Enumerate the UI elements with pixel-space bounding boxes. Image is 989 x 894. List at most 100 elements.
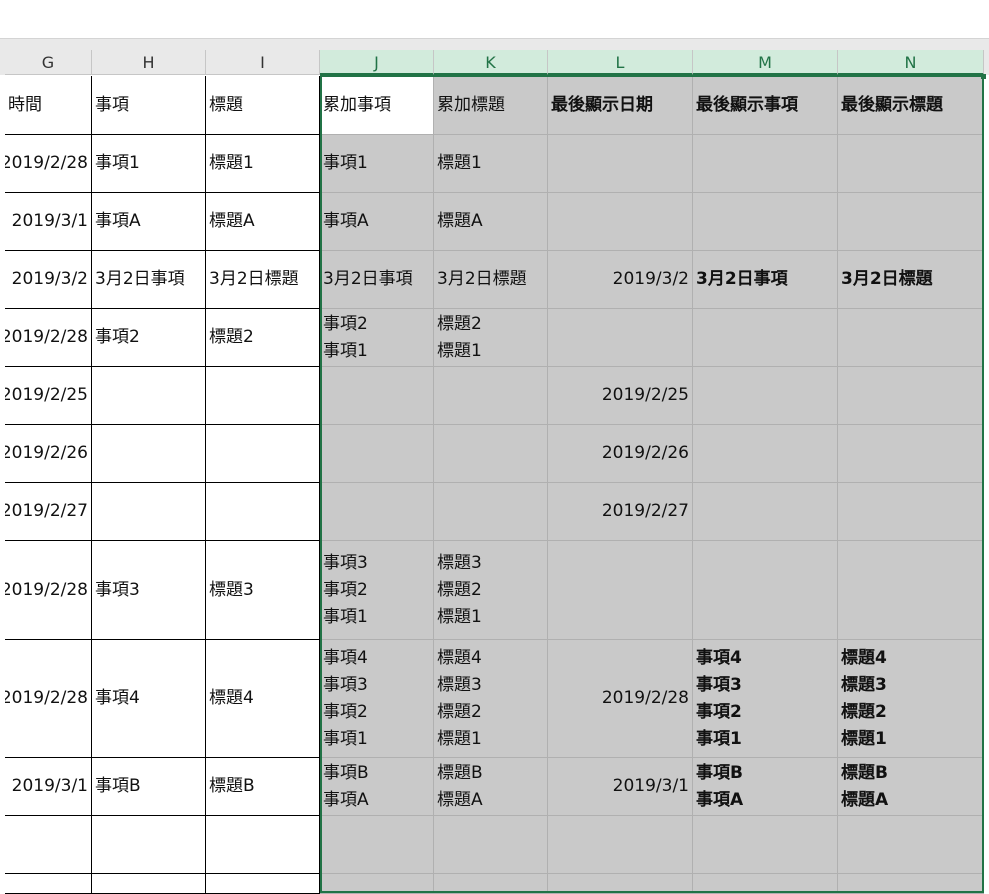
cell-m-4[interactable] (693, 309, 838, 367)
cell-g-6[interactable]: 2019/2/26 (5, 425, 92, 483)
cell-k-10[interactable]: 標題B 標題A (434, 758, 548, 816)
column-header-j[interactable]: J (320, 50, 434, 75)
cell-m-11[interactable] (693, 816, 838, 874)
cell-h-0[interactable]: 事項 (92, 76, 206, 135)
cell-g-11[interactable] (5, 816, 92, 874)
cell-l-9[interactable]: 2019/2/28 (548, 640, 693, 758)
cell-m-10[interactable]: 事項B 事項A (693, 758, 838, 816)
cell-m-1[interactable] (693, 135, 838, 193)
cell-k-2[interactable]: 標題A (434, 193, 548, 251)
column-header-i[interactable]: I (206, 50, 320, 75)
cell-n-9[interactable]: 標題4 標題3 標題2 標題1 (838, 640, 984, 758)
cell-n-12[interactable] (838, 874, 984, 894)
column-header-l[interactable]: L (548, 50, 693, 75)
fill-handle[interactable] (981, 74, 986, 79)
cell-n-11[interactable] (838, 816, 984, 874)
cell-h-9[interactable]: 事項4 (92, 640, 206, 758)
cell-k-9[interactable]: 標題4 標題3 標題2 標題1 (434, 640, 548, 758)
cell-k-6[interactable] (434, 425, 548, 483)
cell-m-0[interactable]: 最後顯示事項 (693, 76, 838, 135)
cell-h-3[interactable]: 3月2日事項 (92, 251, 206, 309)
cell-k-0[interactable]: 累加標題 (434, 76, 548, 135)
cell-j-1[interactable]: 事項1 (320, 135, 434, 193)
formula-bar-area[interactable] (0, 0, 989, 39)
cell-j-7[interactable] (320, 483, 434, 541)
column-header-h[interactable]: H (92, 50, 206, 75)
cell-n-5[interactable] (838, 367, 984, 425)
cell-i-4[interactable]: 標題2 (206, 309, 320, 367)
cell-l-7[interactable]: 2019/2/27 (548, 483, 693, 541)
cell-h-7[interactable] (92, 483, 206, 541)
cell-l-0[interactable]: 最後顯示日期 (548, 76, 693, 135)
cell-i-0[interactable]: 標題 (206, 76, 320, 135)
cell-m-12[interactable] (693, 874, 838, 894)
cell-i-11[interactable] (206, 816, 320, 874)
cell-h-12[interactable] (92, 874, 206, 894)
cell-l-4[interactable] (548, 309, 693, 367)
column-header-g[interactable]: G (5, 50, 92, 75)
cell-i-12[interactable] (206, 874, 320, 894)
cell-m-5[interactable] (693, 367, 838, 425)
cell-i-1[interactable]: 標題1 (206, 135, 320, 193)
cell-k-3[interactable]: 3月2日標題 (434, 251, 548, 309)
cell-j-8[interactable]: 事項3 事項2 事項1 (320, 541, 434, 640)
cell-j-9[interactable]: 事項4 事項3 事項2 事項1 (320, 640, 434, 758)
cell-h-6[interactable] (92, 425, 206, 483)
cell-l-6[interactable]: 2019/2/26 (548, 425, 693, 483)
cell-h-4[interactable]: 事項2 (92, 309, 206, 367)
cell-g-3[interactable]: 2019/3/2 (5, 251, 92, 309)
column-header-m[interactable]: M (693, 50, 838, 75)
cell-h-10[interactable]: 事項B (92, 758, 206, 816)
cell-m-6[interactable] (693, 425, 838, 483)
cell-k-7[interactable] (434, 483, 548, 541)
column-header-n[interactable]: N (838, 50, 984, 75)
cell-l-11[interactable] (548, 816, 693, 874)
cell-i-2[interactable]: 標題A (206, 193, 320, 251)
column-header-k[interactable]: K (434, 50, 548, 75)
cell-g-2[interactable]: 2019/3/1 (5, 193, 92, 251)
cell-i-8[interactable]: 標題3 (206, 541, 320, 640)
cell-n-3[interactable]: 3月2日標題 (838, 251, 984, 309)
cell-l-2[interactable] (548, 193, 693, 251)
cell-m-9[interactable]: 事項4 事項3 事項2 事項1 (693, 640, 838, 758)
cell-j-4[interactable]: 事項2 事項1 (320, 309, 434, 367)
cell-g-12[interactable] (5, 874, 92, 894)
cell-l-12[interactable] (548, 874, 693, 894)
cell-j-11[interactable] (320, 816, 434, 874)
cell-g-10[interactable]: 2019/3/1 (5, 758, 92, 816)
cell-m-7[interactable] (693, 483, 838, 541)
cell-i-6[interactable] (206, 425, 320, 483)
cell-m-3[interactable]: 3月2日事項 (693, 251, 838, 309)
cell-h-2[interactable]: 事項A (92, 193, 206, 251)
cell-h-1[interactable]: 事項1 (92, 135, 206, 193)
cell-h-11[interactable] (92, 816, 206, 874)
cell-k-11[interactable] (434, 816, 548, 874)
cell-j-5[interactable] (320, 367, 434, 425)
cell-l-3[interactable]: 2019/3/2 (548, 251, 693, 309)
cell-k-5[interactable] (434, 367, 548, 425)
cell-g-0[interactable]: 時間 (5, 76, 92, 135)
cell-l-1[interactable] (548, 135, 693, 193)
cell-i-3[interactable]: 3月2日標題 (206, 251, 320, 309)
cell-l-10[interactable]: 2019/3/1 (548, 758, 693, 816)
cell-n-1[interactable] (838, 135, 984, 193)
cell-j-12[interactable] (320, 874, 434, 894)
cell-k-8[interactable]: 標題3 標題2 標題1 (434, 541, 548, 640)
cell-n-4[interactable] (838, 309, 984, 367)
cell-l-5[interactable]: 2019/2/25 (548, 367, 693, 425)
cell-m-8[interactable] (693, 541, 838, 640)
cell-j-10[interactable]: 事項B 事項A (320, 758, 434, 816)
cell-i-9[interactable]: 標題4 (206, 640, 320, 758)
cell-n-7[interactable] (838, 483, 984, 541)
cell-k-4[interactable]: 標題2 標題1 (434, 309, 548, 367)
cell-m-2[interactable] (693, 193, 838, 251)
cell-g-8[interactable]: 2019/2/28 (5, 541, 92, 640)
cell-i-7[interactable] (206, 483, 320, 541)
cell-n-2[interactable] (838, 193, 984, 251)
cell-g-9[interactable]: 2019/2/28 (5, 640, 92, 758)
cell-k-12[interactable] (434, 874, 548, 894)
cell-n-0[interactable]: 最後顯示標題 (838, 76, 984, 135)
cell-l-8[interactable] (548, 541, 693, 640)
cell-n-10[interactable]: 標題B 標題A (838, 758, 984, 816)
cell-j-0[interactable]: 累加事項 (320, 76, 434, 135)
